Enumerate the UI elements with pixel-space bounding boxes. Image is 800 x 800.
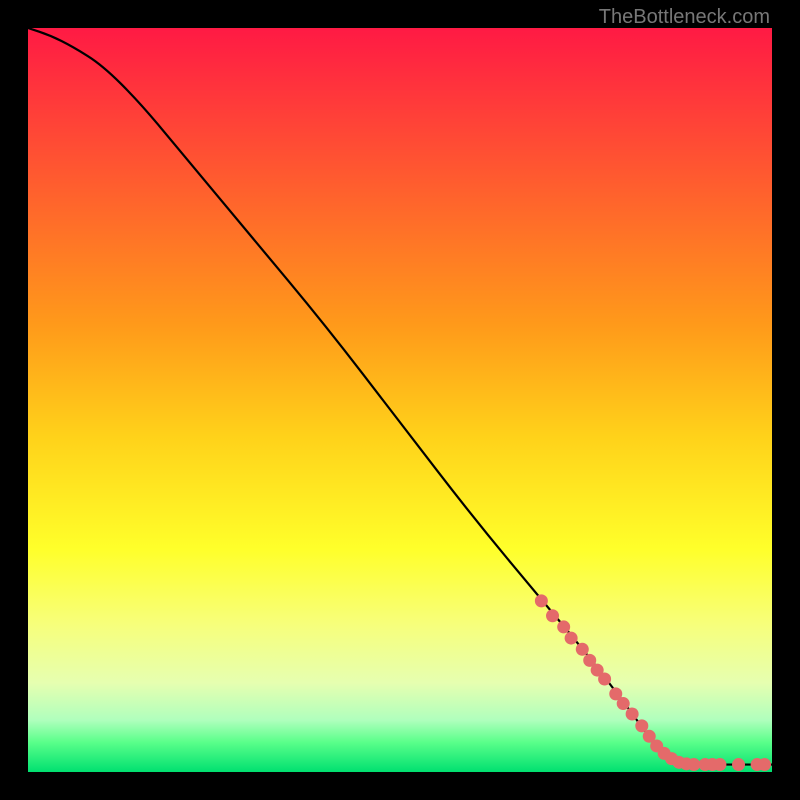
highlight-point xyxy=(557,620,570,633)
highlight-markers xyxy=(535,594,771,771)
highlight-point xyxy=(598,673,611,686)
highlight-point xyxy=(546,609,559,622)
highlight-point xyxy=(635,719,648,732)
attribution-text: TheBottleneck.com xyxy=(599,6,770,29)
highlight-point xyxy=(617,697,630,710)
highlight-point xyxy=(732,758,745,771)
highlight-point xyxy=(713,758,726,771)
plot-area xyxy=(28,28,772,772)
highlight-point xyxy=(626,707,639,720)
chart-svg xyxy=(28,28,772,772)
highlight-point xyxy=(535,594,548,607)
highlight-point xyxy=(576,643,589,656)
highlight-point xyxy=(687,758,700,771)
highlight-point xyxy=(758,758,771,771)
main-curve xyxy=(28,28,772,765)
highlight-point xyxy=(565,632,578,645)
